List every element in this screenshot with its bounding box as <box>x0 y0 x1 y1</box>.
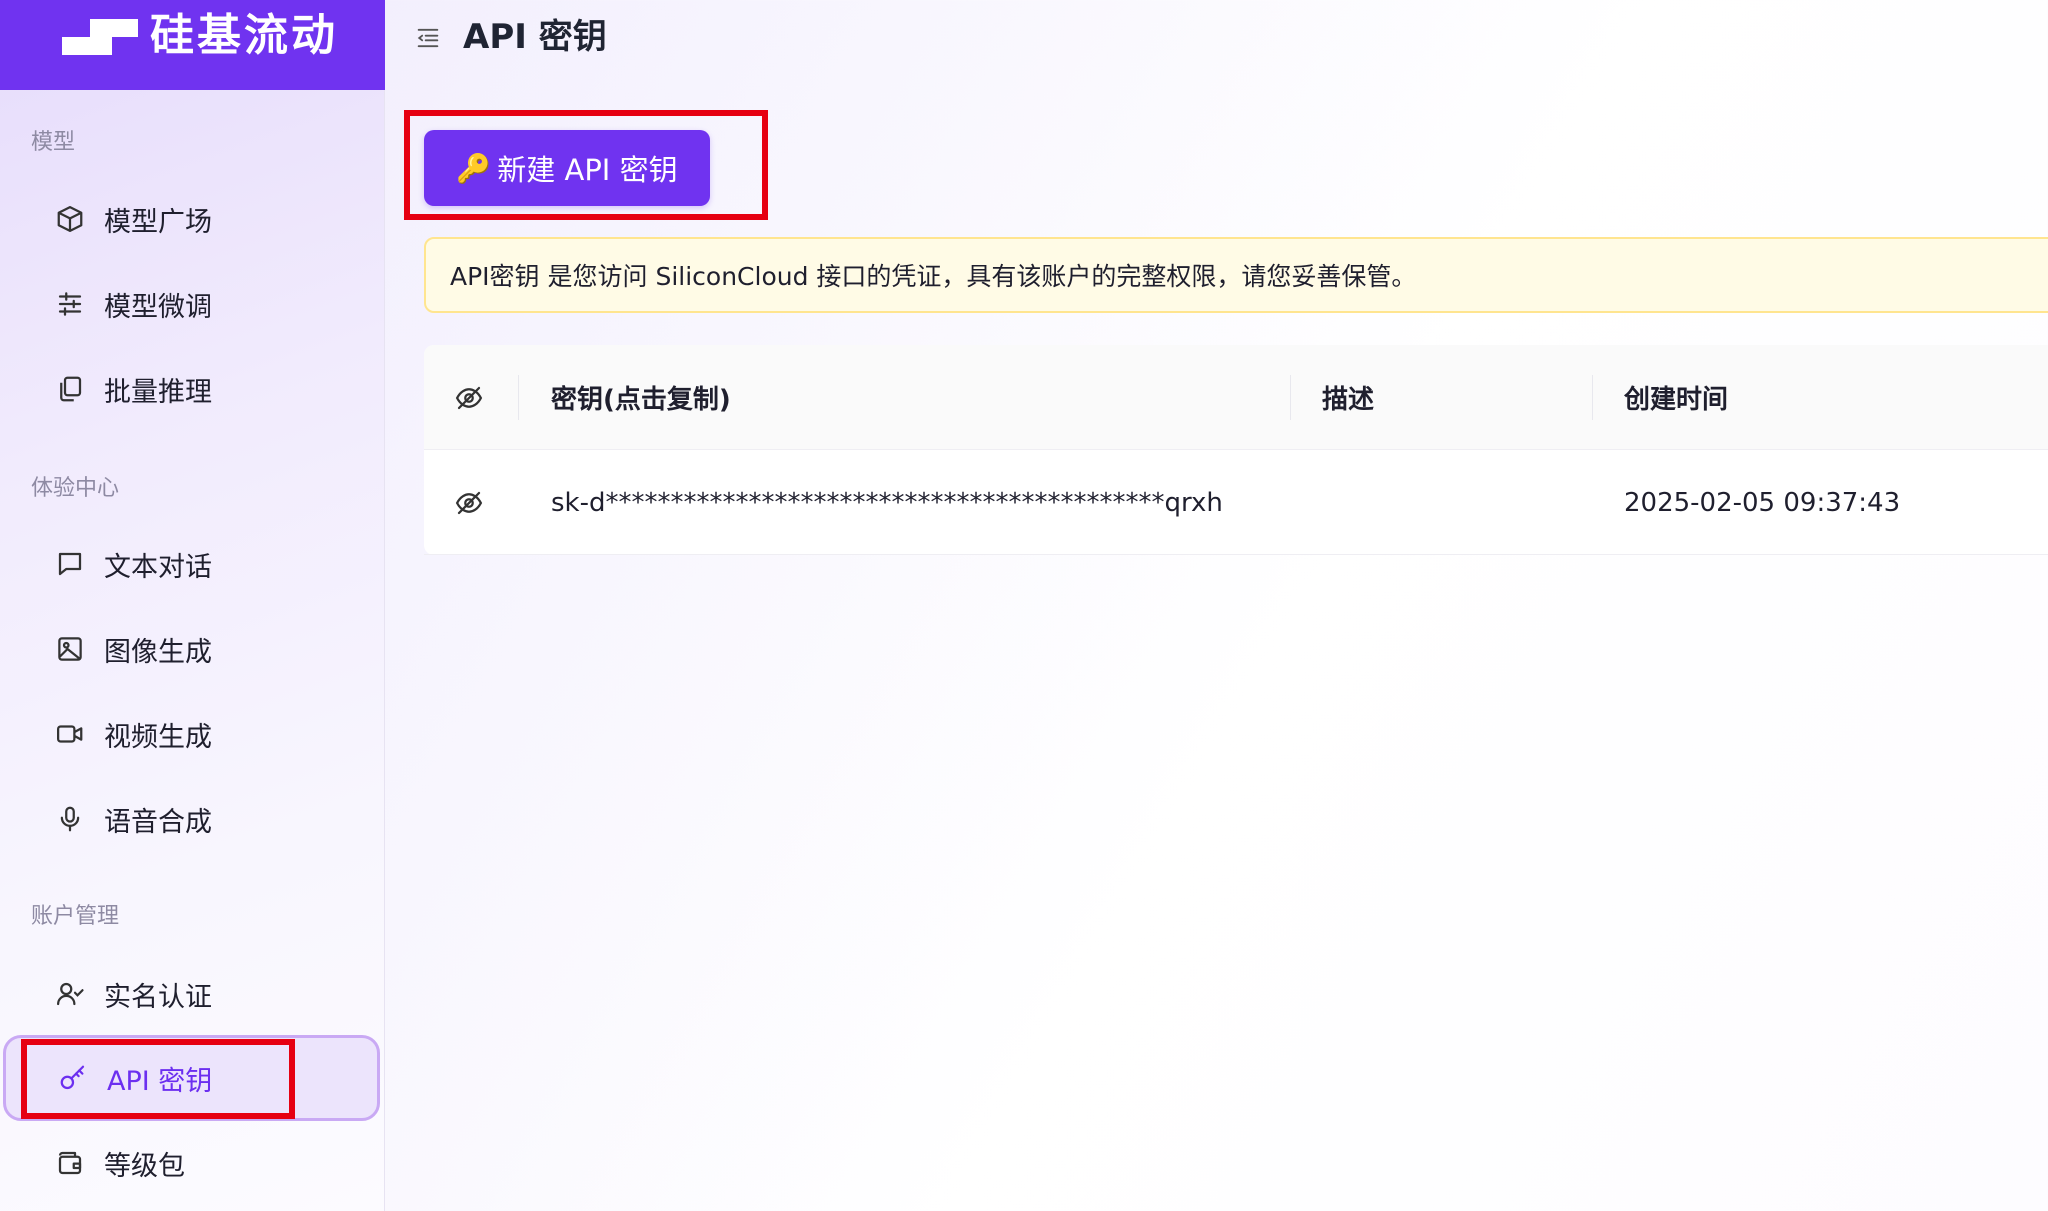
table-row: sk-d************************************… <box>424 450 2048 555</box>
image-icon <box>53 632 87 666</box>
page-title: API 密钥 <box>463 17 607 57</box>
brand-logo-icon <box>62 19 138 55</box>
sidebar-item-batch-inference[interactable]: 批量推理 <box>3 346 380 432</box>
copy-icon <box>53 372 87 406</box>
sidebar-item-label: 实名认证 <box>104 981 212 1013</box>
column-separator <box>1290 375 1291 420</box>
sidebar-item-label: API 密钥 <box>107 1065 213 1097</box>
column-separator <box>518 375 519 420</box>
sidebar-item-label: 视频生成 <box>104 721 212 753</box>
sidebar-item-video-gen[interactable]: 视频生成 <box>3 691 380 777</box>
sliders-icon <box>53 287 87 321</box>
collapse-sidebar-icon[interactable] <box>414 24 442 52</box>
sidebar-item-model-finetune[interactable]: 模型微调 <box>3 261 380 347</box>
toggle-visibility-cell[interactable] <box>454 450 484 555</box>
wallet-icon <box>53 1146 87 1180</box>
brand-name: 硅基流动 <box>150 10 338 61</box>
key-icon <box>56 1061 90 1095</box>
video-icon <box>53 717 87 751</box>
sidebar-item-speech-synthesis[interactable]: 语音合成 <box>3 776 380 862</box>
user-check-icon <box>53 977 87 1011</box>
sidebar-item-label: 等级包 <box>104 1150 185 1182</box>
api-key-table: 密钥(点击复制) 描述 创建时间 sk-d*******************… <box>424 345 2048 555</box>
section-label-models: 模型 <box>31 130 76 155</box>
sidebar-item-api-keys[interactable]: API 密钥 <box>3 1035 380 1121</box>
microphone-icon <box>53 802 87 836</box>
sidebar-item-label: 语音合成 <box>104 806 212 838</box>
sidebar-item-image-gen[interactable]: 图像生成 <box>3 606 380 692</box>
column-header-description: 描述 <box>1322 385 1375 415</box>
api-key-notice: API密钥 是您访问 SiliconCloud 接口的凭证，具有该账户的完整权限… <box>424 237 2048 313</box>
chat-icon <box>53 547 87 581</box>
sidebar-item-real-name-auth[interactable]: 实名认证 <box>3 951 380 1037</box>
sidebar-item-label: 模型微调 <box>104 291 212 323</box>
sidebar-item-label: 文本对话 <box>104 551 212 583</box>
section-label-playground: 体验中心 <box>31 476 120 501</box>
sidebar-item-text-chat[interactable]: 文本对话 <box>3 521 380 607</box>
section-label-account: 账户管理 <box>31 904 120 929</box>
sidebar-item-label: 批量推理 <box>104 376 212 408</box>
key-emoji-icon: 🔑 <box>456 151 492 185</box>
eye-off-icon[interactable] <box>454 488 484 518</box>
sidebar-item-label: 模型广场 <box>104 206 212 238</box>
notice-text: API密钥 是您访问 SiliconCloud 接口的凭证，具有该账户的完整权限… <box>450 262 1417 291</box>
api-key-value[interactable]: sk-d************************************… <box>551 450 1223 555</box>
sidebar: 硅基流动 模型 模型广场 模型微调 批量推理 体验中心 文本对话 图像生成 视频… <box>0 0 385 1211</box>
column-header-created: 创建时间 <box>1624 385 1729 415</box>
sidebar-item-tier-package[interactable]: 等级包 <box>3 1120 380 1206</box>
brand-header[interactable]: 硅基流动 <box>0 0 385 90</box>
create-api-key-button[interactable]: 🔑 新建 API 密钥 <box>424 130 710 206</box>
create-api-key-label: 新建 API 密钥 <box>497 153 678 187</box>
sidebar-item-label: 图像生成 <box>104 636 212 668</box>
api-key-created-time: 2025-02-05 09:37:43 <box>1624 487 1901 518</box>
sidebar-item-model-square[interactable]: 模型广场 <box>3 176 380 262</box>
toggle-all-visibility-cell[interactable] <box>454 345 484 450</box>
eye-off-icon[interactable] <box>454 383 484 413</box>
column-separator <box>1592 375 1593 420</box>
table-header-row: 密钥(点击复制) 描述 创建时间 <box>424 345 2048 450</box>
cube-icon <box>53 202 87 236</box>
column-header-key: 密钥(点击复制) <box>551 385 731 415</box>
